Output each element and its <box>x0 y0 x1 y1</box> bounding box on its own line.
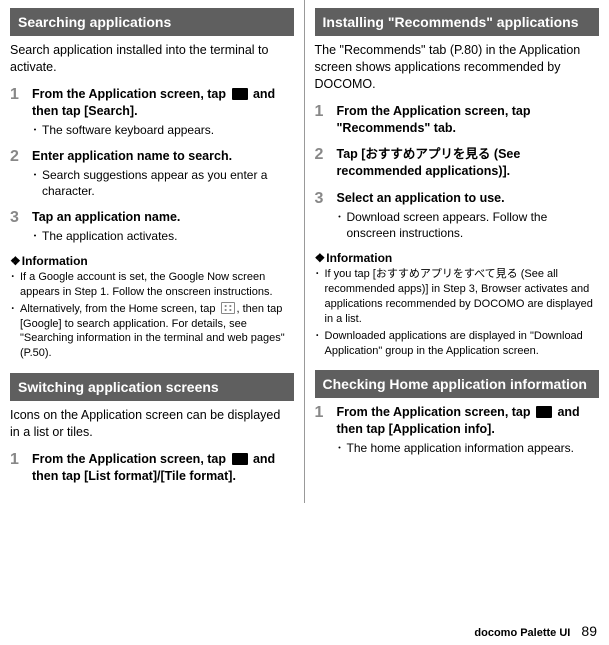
step-bullet: ･ The home application information appea… <box>337 440 600 456</box>
step-title-pre: From the Application screen, tap <box>337 405 535 419</box>
apps-grid-icon <box>221 302 235 314</box>
info-text: Alternatively, from the Home screen, tap… <box>20 302 294 361</box>
bullet-dot: ･ <box>315 267 325 326</box>
bullet-dot: ･ <box>315 329 325 359</box>
bullet-text: The software keyboard appears. <box>42 122 294 138</box>
step-number: 3 <box>315 190 337 241</box>
step-title-pre: From the Application screen, tap <box>32 452 230 466</box>
step-bullet: ･ The application activates. <box>32 228 294 244</box>
bullet-text: Download screen appears. Follow the onsc… <box>347 209 600 241</box>
step-title: Enter application name to search. <box>32 148 294 165</box>
bullet-text: The application activates. <box>42 228 294 244</box>
step-number: 1 <box>10 451 32 485</box>
info-text: Downloaded applications are displayed in… <box>325 329 600 359</box>
step-row: 1 From the Application screen, tap and t… <box>315 404 600 456</box>
bullet-dot: ･ <box>10 270 20 300</box>
step-title: Tap [おすすめアプリを見る (See recommended applica… <box>337 146 600 180</box>
diamond-icon: ❖ <box>315 251 326 265</box>
bullet-dot: ･ <box>32 167 42 199</box>
page-footer: docomo Palette UI 89 <box>474 623 597 639</box>
step-number: 3 <box>10 209 32 244</box>
switching-intro: Icons on the Application screen can be d… <box>10 407 294 441</box>
section-header-switching: Switching application screens <box>10 373 294 401</box>
bullet-dot: ･ <box>32 228 42 244</box>
information-heading: ❖Information <box>10 254 294 268</box>
step-title: From the Application screen, tap and the… <box>337 404 600 438</box>
step-title: From the Application screen, tap and the… <box>32 451 294 485</box>
info-text: If a Google account is set, the Google N… <box>20 270 294 300</box>
installing-intro: The "Recommends" tab (P.80) in the Appli… <box>315 42 600 93</box>
step-bullet: ･ The software keyboard appears. <box>32 122 294 138</box>
bullet-dot: ･ <box>10 302 20 361</box>
section-header-installing: Installing "Recommends" applications <box>315 8 600 36</box>
bullet-text: Search suggestions appear as you enter a… <box>42 167 294 199</box>
information-label: Information <box>326 251 392 265</box>
step-number: 1 <box>315 404 337 456</box>
step-title-pre: From the Application screen, tap <box>32 87 230 101</box>
step-row: 3 Select an application to use. ･ Downlo… <box>315 190 600 241</box>
step-number: 1 <box>315 103 337 137</box>
bullet-dot: ･ <box>32 122 42 138</box>
footer-label: docomo Palette UI <box>474 627 570 639</box>
info-bullet: ･ Alternatively, from the Home screen, t… <box>10 302 294 361</box>
bullet-dot: ･ <box>337 209 347 241</box>
step-row: 1 From the Application screen, tap and t… <box>10 451 294 485</box>
step-number: 2 <box>315 146 337 180</box>
info-text: If you tap [おすすめアプリをすべて見る (See all recom… <box>325 267 600 326</box>
diamond-icon: ❖ <box>10 254 21 268</box>
step-title: From the Application screen, tap "Recomm… <box>337 103 600 137</box>
bullet-dot: ･ <box>337 440 347 456</box>
page-number: 89 <box>581 623 597 639</box>
step-title: From the Application screen, tap and the… <box>32 86 294 120</box>
step-row: 2 Tap [おすすめアプリを見る (See recommended appli… <box>315 146 600 180</box>
menu-icon <box>232 88 248 100</box>
step-title: Tap an application name. <box>32 209 294 226</box>
info-bullet: ･ If a Google account is set, the Google… <box>10 270 294 300</box>
step-row: 3 Tap an application name. ･ The applica… <box>10 209 294 244</box>
step-title: Select an application to use. <box>337 190 600 207</box>
step-row: 1 From the Application screen, tap and t… <box>10 86 294 138</box>
step-number: 1 <box>10 86 32 138</box>
section-header-searching: Searching applications <box>10 8 294 36</box>
step-number: 2 <box>10 148 32 199</box>
section-header-checking: Checking Home application information <box>315 370 600 398</box>
step-row: 2 Enter application name to search. ･ Se… <box>10 148 294 199</box>
bullet-text: The home application information appears… <box>347 440 600 456</box>
information-label: Information <box>22 254 88 268</box>
info-bullet: ･ If you tap [おすすめアプリをすべて見る (See all rec… <box>315 267 600 326</box>
menu-icon <box>536 406 552 418</box>
info-bullet: ･ Downloaded applications are displayed … <box>315 329 600 359</box>
step-bullet: ･ Download screen appears. Follow the on… <box>337 209 600 241</box>
searching-intro: Search application installed into the te… <box>10 42 294 76</box>
step-bullet: ･ Search suggestions appear as you enter… <box>32 167 294 199</box>
information-heading: ❖Information <box>315 251 600 265</box>
menu-icon <box>232 453 248 465</box>
step-row: 1 From the Application screen, tap "Reco… <box>315 103 600 137</box>
